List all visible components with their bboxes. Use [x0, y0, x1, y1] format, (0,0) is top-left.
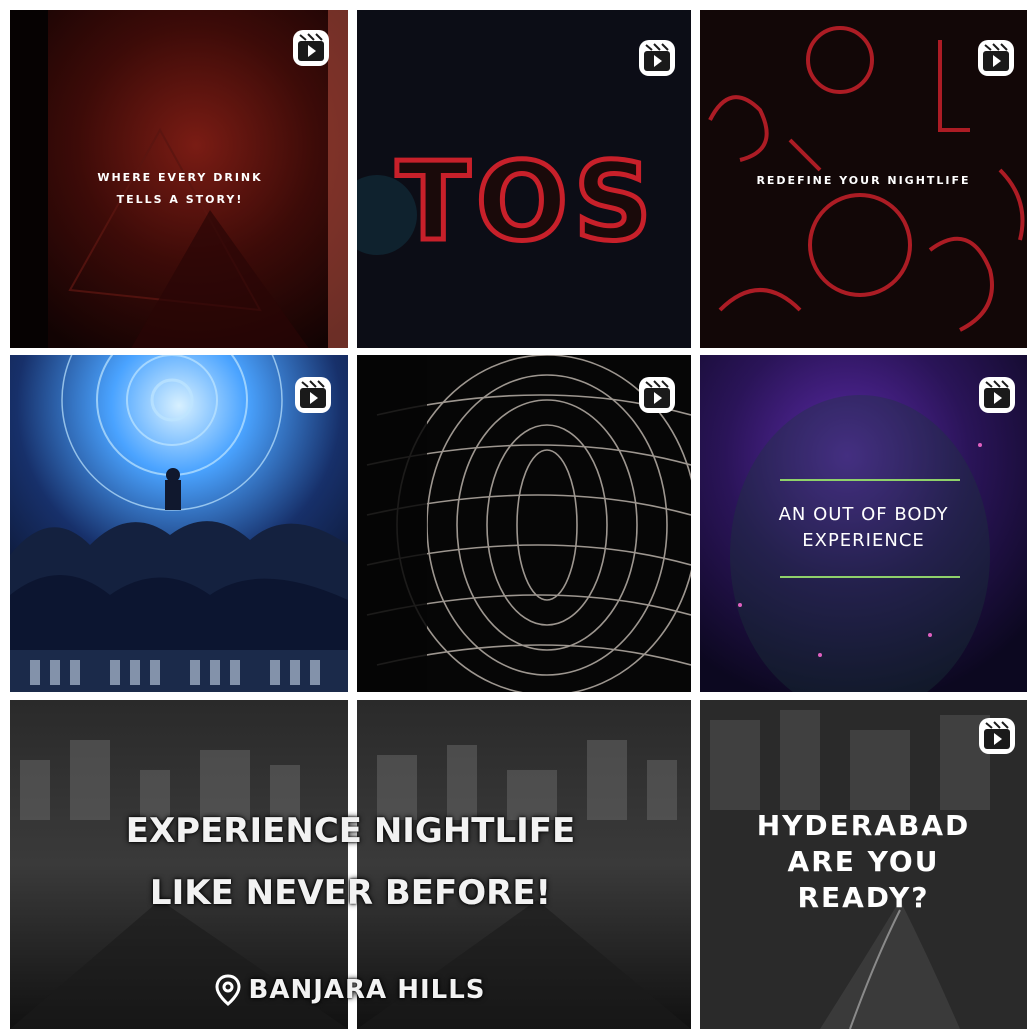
reel-tile-out-of-body[interactable]: AN OUT OF BODY EXPERIENCE [700, 355, 1027, 692]
reels-icon[interactable] [976, 38, 1016, 78]
reel-tile-dj-crowd[interactable] [10, 355, 348, 692]
tile-caption: AN OUT OF BODY EXPERIENCE [778, 504, 949, 551]
reels-icon[interactable] [977, 375, 1017, 415]
reel-tile-wireframe-face[interactable] [357, 355, 691, 692]
tile-caption: HYDERABAD ARE YOU READY? [756, 809, 971, 914]
reels-icon[interactable] [637, 375, 677, 415]
headline-line-1: EXPERIENCE NIGHTLIFE [125, 811, 576, 851]
wide-headline: EXPERIENCE NIGHTLIFE LIKE NEVER BEFORE! [10, 800, 691, 924]
tile-caption: REDEFINE YOUR NIGHTLIFE [756, 174, 971, 187]
reel-tile-drink-story[interactable]: WHERE EVERY DRINK TELLS A STORY! [10, 10, 348, 348]
location-pin-icon [214, 974, 241, 1006]
reels-icon[interactable] [293, 375, 333, 415]
location-name: BANJARA HILLS [248, 975, 486, 1005]
reels-icon[interactable] [291, 28, 331, 68]
reel-tile-tos[interactable]: TOS [357, 10, 691, 348]
reels-icon[interactable] [637, 38, 677, 78]
tile-caption: TOS [394, 138, 658, 268]
reel-tile-hyderabad[interactable]: HYDERABAD ARE YOU READY? [700, 700, 1027, 1029]
reel-tile-redefine-nightlife[interactable]: REDEFINE YOUR NIGHTLIFE [700, 10, 1027, 348]
location-tag: BANJARA HILLS [170, 970, 530, 1010]
tile-caption: WHERE EVERY DRINK TELLS A STORY! [97, 171, 263, 206]
reels-grid: WHERE EVERY DRINK TELLS A STORY! TOS RED… [0, 0, 1027, 1029]
headline-line-2: LIKE NEVER BEFORE! [149, 873, 552, 913]
reels-icon[interactable] [977, 716, 1017, 756]
